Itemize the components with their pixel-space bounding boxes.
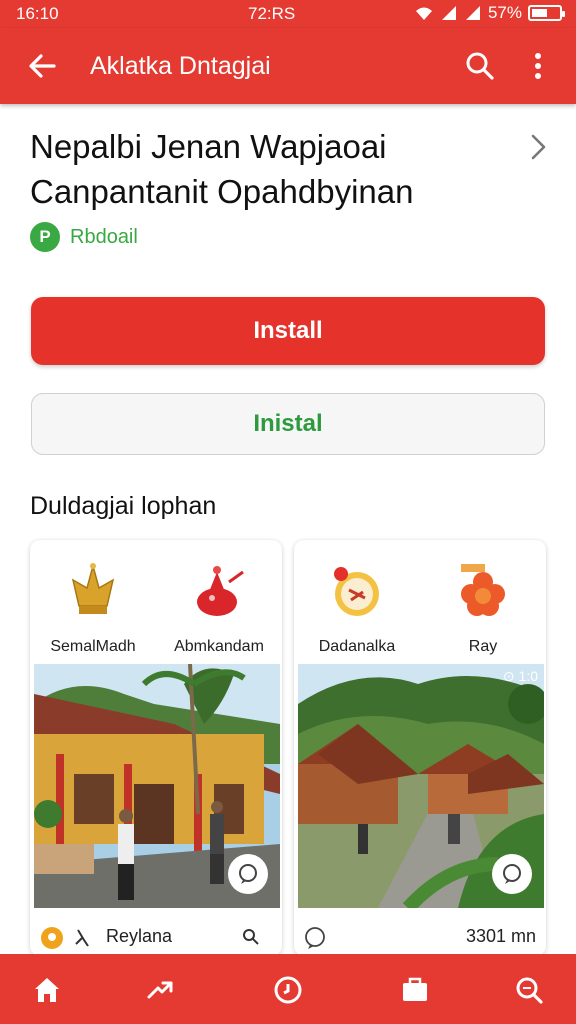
nav-home[interactable] (27, 970, 67, 1010)
app-bar-title: Aklatka Dntagjai (90, 52, 271, 80)
battery-percent: 57% (487, 3, 522, 22)
search-small-icon[interactable] (242, 928, 260, 946)
search-icon (516, 977, 543, 1004)
icon-tile[interactable]: Ray (420, 554, 546, 664)
icon-tile[interactable]: SemalMadh (30, 554, 156, 664)
search-icon[interactable] (462, 48, 498, 84)
card-footer-label: 3301 mn (465, 926, 536, 946)
icon-tile[interactable]: Dadanalka (294, 554, 420, 664)
nav-library[interactable] (395, 970, 435, 1010)
chat-bubble-outline-icon (305, 927, 325, 949)
briefcase-icon (403, 977, 427, 1001)
golden-crown-icon (71, 563, 115, 614)
nav-search[interactable] (509, 970, 549, 1010)
icon-label: Ray (468, 638, 498, 655)
hand-icon (75, 929, 89, 947)
chat-bubble-icon[interactable] (228, 854, 268, 894)
chevron-right-icon[interactable] (524, 130, 552, 164)
card-footer: Reylana (30, 918, 282, 954)
clock-badge-icon (274, 976, 302, 1004)
nav-trending[interactable] (140, 970, 180, 1010)
home-icon (35, 978, 59, 1002)
icon-label: Dadanalka (318, 638, 396, 655)
trending-icon (147, 981, 173, 999)
install-secondary-button[interactable]: Inistal (31, 393, 545, 455)
card-footer: 3301 mn (294, 918, 546, 954)
app-title: Nepalbi Jenan Wapjaoai Canpantanit Opahd… (30, 124, 490, 214)
app-bar: Aklatka Dntagjai (0, 28, 576, 104)
status-bar: 16:10 72:RS 57% (0, 0, 576, 28)
nav-updates[interactable] (268, 970, 308, 1010)
red-bell-icon (197, 566, 244, 616)
icon-tile[interactable]: Abmkandam (156, 554, 282, 664)
section-title: Duldagjai lophan (30, 492, 217, 520)
developer-name[interactable]: Rbdoail (70, 226, 138, 249)
signal-icon-2 (465, 6, 480, 20)
bottom-nav (0, 954, 576, 1024)
photo-village-road[interactable]: ⊙ 1:0 (298, 664, 544, 908)
wifi-icon (415, 7, 432, 20)
card-footer-label: Reylana (106, 926, 173, 946)
developer-icon: P (30, 222, 60, 252)
battery-icon (528, 5, 565, 21)
content-card[interactable]: SemalMadh Abmkandam Reylana (30, 540, 282, 956)
content-card[interactable]: Dadanalka Ray ⊙ 1:0 3301 mn (294, 540, 546, 956)
photo-badge: ⊙ 1:0 (502, 668, 538, 684)
app-title-line2: Canpantanit Opahdbyinan (30, 173, 414, 210)
signal-icon (441, 6, 456, 20)
photo-temple-street[interactable] (34, 664, 280, 908)
back-arrow-icon[interactable] (24, 48, 60, 84)
app-title-line1: Nepalbi Jenan Wapjaoai (30, 128, 387, 165)
more-vert-icon[interactable] (524, 48, 552, 84)
location-pin-icon (41, 927, 63, 949)
status-time: 16:10 (16, 4, 59, 23)
chat-bubble-icon[interactable] (492, 854, 532, 894)
developer-row[interactable]: P Rbdoail (30, 222, 138, 252)
icon-label: Abmkandam (174, 638, 264, 655)
icon-label: SemalMadh (50, 638, 136, 655)
status-center-text: 72:RS (248, 4, 296, 23)
status-icons: 57% (414, 3, 565, 23)
install-button[interactable]: Install (31, 297, 545, 365)
flower-icon (461, 564, 505, 616)
clock-icon (334, 567, 379, 616)
